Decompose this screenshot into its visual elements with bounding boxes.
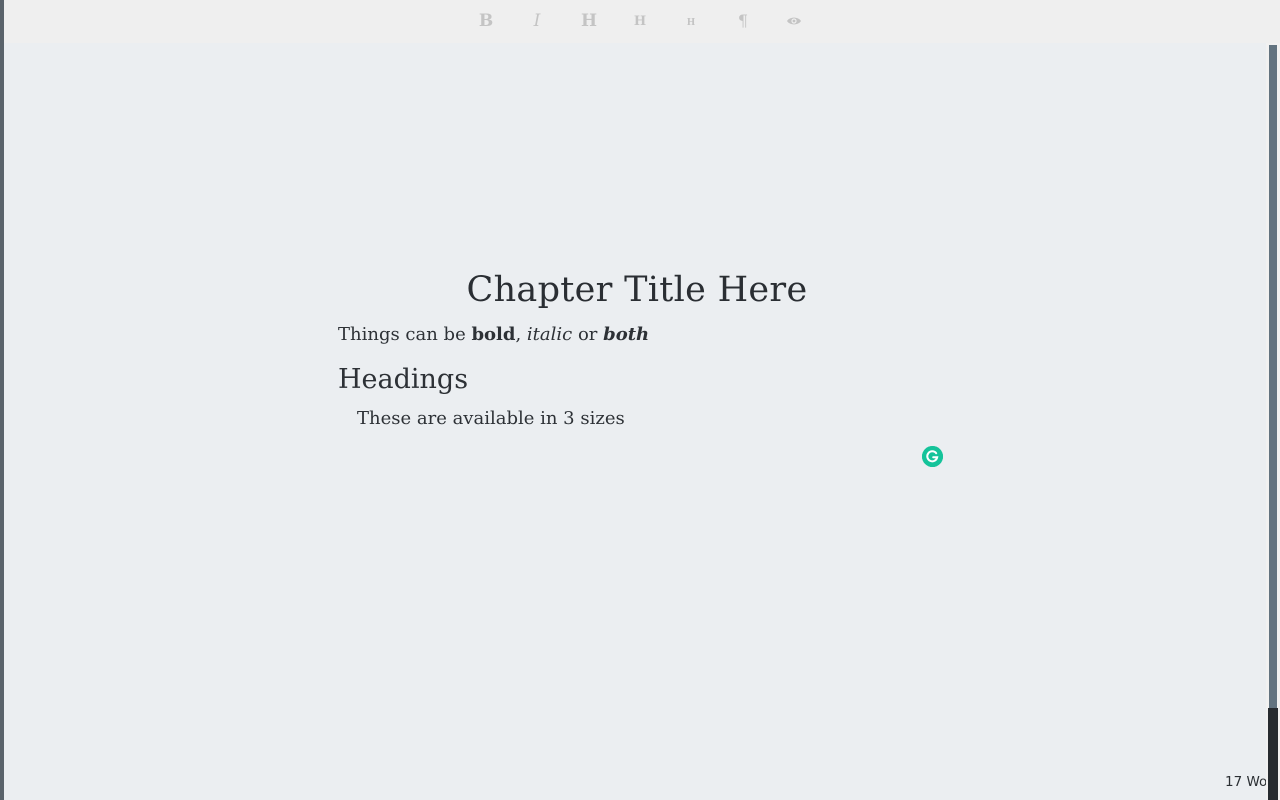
vertical-scrollbar[interactable] <box>1266 43 1280 800</box>
heading-large-button[interactable]: H <box>573 6 605 36</box>
preview-button[interactable] <box>778 6 810 36</box>
or-text: or <box>572 324 604 345</box>
italic-button[interactable]: I <box>521 6 553 36</box>
scrollbar-thumb[interactable] <box>1269 45 1277 708</box>
grammarly-icon[interactable] <box>922 446 943 467</box>
editor-document[interactable]: Chapter Title Here Things can be bold, i… <box>338 266 934 432</box>
formatting-example-line[interactable]: Things can be bold, italic or both <box>338 322 934 348</box>
scrollbar-lower-track <box>1268 708 1278 800</box>
chapter-title[interactable]: Chapter Title Here <box>338 266 934 314</box>
bold-italic-text: both <box>603 324 650 345</box>
eye-icon <box>787 17 801 25</box>
section-heading[interactable]: Headings <box>338 362 934 398</box>
comma-text: , <box>515 324 527 345</box>
grammarly-g-icon <box>922 446 943 467</box>
heading-small-button[interactable]: H <box>675 6 707 36</box>
bold-text: bold <box>471 324 516 345</box>
window-frame-edge <box>0 0 4 800</box>
italic-text: italic <box>526 324 573 345</box>
heading-medium-button[interactable]: H <box>624 6 656 36</box>
body-paragraph[interactable]: These are available in 3 sizes <box>338 406 934 432</box>
plain-text: Things can be <box>338 324 472 345</box>
word-count-label: 17 Words <box>1225 774 1266 790</box>
bold-button[interactable]: B <box>470 6 502 36</box>
paragraph-button[interactable]: ¶ <box>727 6 759 36</box>
formatting-toolbar: B I H H H ¶ <box>4 0 1280 43</box>
